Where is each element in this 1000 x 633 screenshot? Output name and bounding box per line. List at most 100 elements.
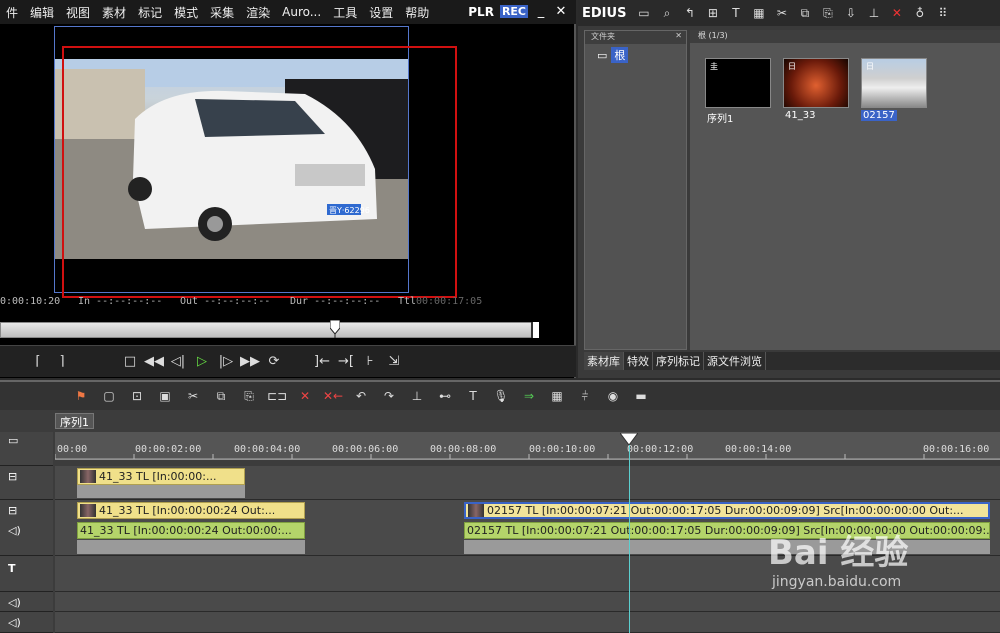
menu-file[interactable]: 件	[0, 4, 24, 21]
title-icon[interactable]: T	[726, 4, 745, 23]
grid-icon[interactable]: ▦	[546, 389, 568, 403]
menu-capture[interactable]: 采集	[204, 4, 240, 21]
mode-icon[interactable]: ⚑	[70, 389, 92, 403]
tab-effects[interactable]: 特效	[624, 352, 653, 370]
close-button[interactable]: ✕	[554, 4, 568, 19]
ruler-header: ▭	[0, 432, 53, 466]
plr-button[interactable]: PLR	[468, 5, 494, 19]
search-icon[interactable]: ⌕	[657, 4, 676, 23]
rewind-icon[interactable]: ◀◀	[144, 352, 164, 372]
minimize-button[interactable]: _	[534, 4, 548, 19]
redo-icon[interactable]: ↷	[378, 389, 400, 403]
step-back-icon[interactable]: ◁|	[168, 352, 188, 372]
up-icon[interactable]: ↰	[680, 4, 699, 23]
set-in-icon[interactable]: ⌈	[28, 352, 48, 372]
position-slider[interactable]	[0, 322, 538, 338]
menu-clip[interactable]: 素材	[96, 4, 132, 21]
open-project-icon[interactable]: ⊡	[126, 389, 148, 403]
paste-icon[interactable]: ⎘	[818, 4, 837, 23]
new-sequence-icon[interactable]: ▢	[98, 389, 120, 403]
speaker-icon[interactable]: ◁)	[8, 596, 21, 609]
timeline-cursor-icon[interactable]	[620, 433, 638, 445]
fast-forward-icon[interactable]: ▶▶	[240, 352, 260, 372]
video-track-icon[interactable]: ⊟	[8, 470, 17, 483]
timeline-clip-selected[interactable]: 02157 TL [In:00:00:07:21 Out:00:00:17:05…	[464, 502, 990, 519]
copy-icon[interactable]: ⧉	[795, 4, 814, 23]
tab-sequence[interactable]: 序列1	[55, 413, 94, 429]
copy-icon[interactable]: ⧉	[210, 389, 232, 404]
vectorscope-icon[interactable]: ◉	[602, 389, 624, 403]
layout-icon[interactable]: ▬	[630, 389, 652, 403]
tab-bin[interactable]: 素材库	[584, 352, 624, 370]
menu-tools[interactable]: 工具	[327, 4, 363, 21]
play-icon[interactable]: ▷	[192, 352, 212, 372]
folder-icon[interactable]: ▭	[634, 4, 653, 23]
ruler-tick-label: 00:00:08:00	[430, 444, 497, 455]
stop-icon[interactable]: □	[120, 352, 140, 372]
menu-help[interactable]: 帮助	[399, 4, 435, 21]
set-out-icon[interactable]: ⌉	[52, 352, 72, 372]
track-settings-icon[interactable]: ▭	[8, 434, 18, 447]
add-cut-icon[interactable]: ⊥	[406, 389, 428, 403]
paste-icon[interactable]: ⎘	[238, 389, 260, 404]
slider-end-marker	[531, 322, 539, 338]
insert-timeline-icon[interactable]: ⊥	[864, 4, 883, 23]
clip-item-41-33[interactable]: 日 41_33	[783, 58, 849, 121]
clip-view: 根 (1/3) 圭 序列1 日 41_33 日 02157	[690, 30, 1000, 350]
menu-settings[interactable]: 设置	[363, 4, 399, 21]
group-icon[interactable]: ⊷	[434, 389, 456, 403]
export-icon[interactable]: ⇒	[518, 389, 540, 403]
folder-tree: 文件夹 ✕ ▭ 根	[584, 30, 687, 350]
delete-icon[interactable]: ✕	[887, 4, 906, 23]
menu-aurora[interactable]: Auro...	[276, 5, 327, 19]
folder-close-icon[interactable]: ✕	[675, 31, 682, 44]
undo-icon[interactable]: ↶	[350, 389, 372, 403]
track-header-audio-1: ◁)	[0, 592, 53, 612]
clip-item-sequence[interactable]: 圭 序列1	[705, 58, 771, 125]
folder-root-item[interactable]: ▭ 根	[597, 47, 686, 63]
video-track-icon[interactable]: ⊟	[8, 504, 17, 517]
ruler-tick-label: 00:00:02:00	[135, 444, 202, 455]
replace-icon[interactable]: ⊏⊐	[266, 389, 288, 403]
timeline-clip[interactable]: 41_33 TL [In:00:00:00:24 Out:...	[77, 502, 305, 519]
title-track-icon[interactable]: T	[8, 562, 16, 575]
delete-icon[interactable]: ✕	[294, 389, 316, 403]
tab-sequence-markers[interactable]: 序列标记	[653, 352, 704, 370]
menu-marker[interactable]: 标记	[132, 4, 168, 21]
mixer-icon[interactable]: ⫩	[574, 389, 596, 404]
overwrite-icon[interactable]: →[	[336, 352, 356, 372]
playhead-icon[interactable]	[330, 320, 340, 338]
step-forward-icon[interactable]: |▷	[216, 352, 236, 372]
rec-button[interactable]: REC	[499, 5, 528, 18]
loop-icon[interactable]: ⟳	[264, 352, 284, 372]
properties-icon[interactable]: ♁	[910, 4, 929, 23]
clip-item-02157[interactable]: 日 02157	[861, 58, 927, 121]
timeline-audio-clip[interactable]: 41_33 TL [In:00:00:00:24 Out:00:00:...	[77, 522, 305, 539]
menu-render[interactable]: 渲染	[240, 4, 276, 21]
ruler-tick-label: 00:00	[57, 444, 88, 455]
title-icon[interactable]: T	[462, 389, 484, 403]
speaker-icon[interactable]: ◁)	[8, 616, 21, 629]
view-mode-icon[interactable]: ⠿	[933, 4, 952, 23]
folder-pane-title: 文件夹	[591, 32, 615, 41]
microphone-icon[interactable]: 🎙	[490, 389, 512, 403]
cut-icon[interactable]: ✂	[772, 4, 791, 23]
export-icon[interactable]: ⇲	[384, 352, 404, 372]
menu-edit[interactable]: 编辑	[24, 4, 60, 21]
save-icon[interactable]: ▣	[154, 389, 176, 403]
tab-source-browser[interactable]: 源文件浏览	[704, 352, 766, 370]
menu-view[interactable]: 视图	[60, 4, 96, 21]
split-icon[interactable]: ⊦	[360, 352, 380, 372]
insert-icon[interactable]: ]←	[312, 352, 332, 372]
ripple-delete-icon[interactable]: ✕←	[322, 389, 344, 403]
menu-mode[interactable]: 模式	[168, 4, 204, 21]
cut-icon[interactable]: ✂	[182, 389, 204, 403]
timeline-cursor[interactable]	[629, 440, 630, 633]
add-clip-icon[interactable]: ⊞	[703, 4, 722, 23]
color-bars-icon[interactable]: ▦	[749, 4, 768, 23]
timeline-clip[interactable]: 41_33 TL [In:00:00:...	[77, 468, 245, 485]
app-title: EDIUS	[582, 5, 627, 21]
speaker-icon[interactable]: ◁)	[8, 524, 21, 537]
add-to-timeline-icon[interactable]: ⇩	[841, 4, 860, 23]
timeline-ruler[interactable]: 00:00 00:00:02:00 00:00:04:00 00:00:06:0…	[55, 432, 1000, 460]
